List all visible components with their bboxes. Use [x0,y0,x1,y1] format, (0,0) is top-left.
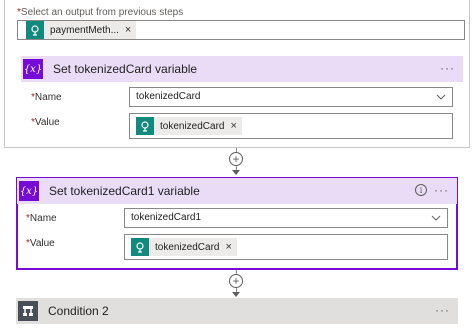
name-dropdown[interactable]: tokenizedCard1 [124,208,448,228]
more-options-icon[interactable]: ··· [434,183,449,197]
token-label: tokenizedCard [160,120,225,132]
action-title[interactable]: Set tokenizedCard1 variable [49,184,200,198]
dynamic-content-token[interactable]: tokenizedCard × [136,117,242,135]
add-step-icon[interactable]: + [229,152,243,166]
set-variable-action-2: {x} Set tokenizedCard1 variable i ··· *N… [16,177,458,270]
remove-token-icon[interactable]: × [223,241,236,253]
token-label: tokenizedCard [155,241,220,253]
action-title[interactable]: Set tokenizedCard variable [53,62,197,76]
variable-icon: {x} [19,181,39,201]
name-label: *Name [26,213,57,224]
name-label: *Name [31,92,62,103]
chevron-down-icon [436,88,446,113]
value-label: *Value [26,238,55,249]
value-field[interactable]: tokenizedCard × [129,113,453,139]
more-options-icon[interactable]: ··· [435,303,450,317]
value-label: *Value [31,117,60,128]
more-options-icon[interactable]: ··· [440,61,455,75]
action-header[interactable]: {x} Set tokenizedCard variable ··· [21,56,463,82]
remove-token-icon[interactable]: × [228,120,241,132]
previous-output-field[interactable]: paymentMeth... × [17,20,465,40]
dynamic-content-token[interactable]: tokenizedCard × [131,238,237,256]
set-variable-action-1: {x} Set tokenizedCard variable ··· *Name… [21,56,463,146]
arrow-down-icon [232,292,240,297]
flow-icon [26,21,44,39]
name-dropdown[interactable]: tokenizedCard [129,87,453,107]
condition-icon [18,301,38,321]
remove-token-icon[interactable]: × [123,24,136,36]
condition-action[interactable]: Condition 2 ··· [16,298,458,324]
flow-icon [136,117,154,135]
info-icon[interactable]: i [415,184,427,196]
arrow-down-icon [232,170,240,175]
action-header[interactable]: {x} Set tokenizedCard1 variable i ··· [17,178,457,204]
dynamic-content-token[interactable]: paymentMeth... × [26,21,137,39]
chevron-down-icon [431,209,441,234]
value-field[interactable]: tokenizedCard × [124,234,448,260]
previous-output-label: *Select an output from previous steps [17,7,184,18]
add-step-icon[interactable]: + [229,274,243,288]
flow-icon [131,238,149,256]
variable-icon: {x} [23,59,43,79]
condition-title: Condition 2 [48,304,109,318]
token-label: paymentMeth... [50,24,119,36]
outer-loop-card: *Select an output from previous steps pa… [4,0,470,148]
